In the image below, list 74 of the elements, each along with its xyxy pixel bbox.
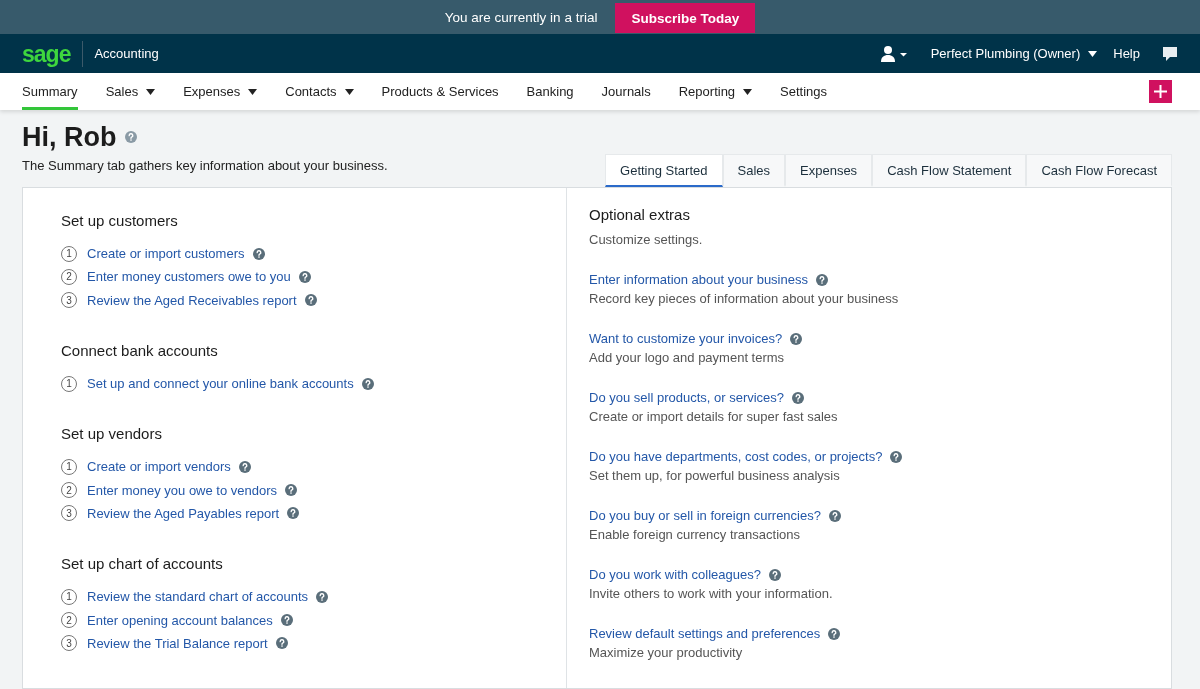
help-icon[interactable]: [285, 484, 298, 497]
step-link[interactable]: Review the Trial Balance report: [87, 635, 268, 651]
option-description: Add your logo and payment terms: [589, 349, 786, 367]
step-link[interactable]: Review the standard chart of accounts: [87, 589, 309, 605]
nav-tab[interactable]: Banking: [526, 73, 574, 110]
help-icon[interactable]: [238, 460, 251, 473]
logo[interactable]: sage: [22, 40, 84, 67]
step-link[interactable]: Review the Aged Payables report: [87, 505, 280, 521]
option-description: Create or import details for super fast sales: [589, 408, 839, 426]
help-icon[interactable]: [124, 131, 137, 143]
help-icon[interactable]: [828, 627, 841, 640]
tab[interactable]: Sales: [722, 154, 786, 187]
section-title: Connect bank accounts: [61, 341, 219, 360]
greeting: Hi, Rob: [22, 122, 117, 152]
nav-tab[interactable]: Contacts: [285, 73, 354, 110]
help-icon[interactable]: [815, 273, 828, 286]
option-link[interactable]: Do you work with colleagues?: [589, 565, 761, 584]
help-icon[interactable]: [790, 332, 803, 345]
section-subtitle: Customize settings.: [589, 231, 704, 249]
nav-tab[interactable]: Products & Services: [381, 73, 499, 110]
help-icon[interactable]: [252, 247, 265, 260]
tab[interactable]: Expenses: [785, 154, 873, 187]
option-link[interactable]: Do you sell products, or services?: [589, 388, 785, 407]
option-link[interactable]: Enter information about your business: [589, 270, 808, 289]
plus-icon: [1154, 85, 1167, 98]
option-link[interactable]: Do you buy or sell in foreign currencies?: [589, 506, 821, 525]
option-description: Invite others to work with your information.: [589, 585, 834, 603]
tab[interactable]: Cash Flow Statement: [872, 154, 1027, 187]
help-icon[interactable]: [828, 509, 841, 522]
help-icon[interactable]: [890, 450, 903, 463]
step-link[interactable]: Set up and connect your online bank accounts: [87, 376, 354, 392]
option-description: Maximize your productivity: [589, 644, 744, 662]
step-link[interactable]: Create or import customers: [87, 246, 245, 262]
step-link[interactable]: Enter opening account balances: [87, 612, 273, 628]
option-description: Record key pieces of information about your business: [589, 290, 900, 308]
tab[interactable]: Cash Flow Forecast: [1026, 154, 1172, 187]
nav-tab[interactable]: Reporting: [678, 73, 753, 110]
help-icon[interactable]: [361, 377, 374, 390]
step-link[interactable]: Create or import vendors: [87, 459, 231, 475]
help-link[interactable]: Help: [1113, 46, 1140, 61]
step-link[interactable]: Enter money customers owe to you: [87, 269, 291, 285]
section-title: Set up chart of accounts: [61, 555, 224, 574]
help-icon[interactable]: [287, 507, 300, 520]
add-button[interactable]: [1149, 80, 1172, 103]
step-link[interactable]: Enter money you owe to vendors: [87, 482, 278, 498]
help-icon[interactable]: [298, 270, 311, 283]
help-icon[interactable]: [275, 637, 288, 650]
page-subtitle: The Summary tab gathers key information about your business.: [22, 158, 388, 175]
nav-tab[interactable]: Summary: [22, 73, 78, 110]
option-link[interactable]: Review default settings and preferences: [589, 624, 821, 643]
nav-tab[interactable]: Journals: [601, 73, 651, 110]
section-title: Optional extras: [589, 206, 691, 224]
help-icon[interactable]: [280, 614, 293, 626]
option-description: Enable foreign currency transactions: [589, 526, 801, 544]
option-link[interactable]: Do you have departments, cost codes, or projects?: [589, 447, 883, 466]
account-menu[interactable]: Perfect Plumbing (Owner): [930, 46, 1098, 61]
step-link[interactable]: Review the Aged Receivables report: [87, 292, 297, 308]
section-title: Set up customers: [61, 212, 179, 230]
nav-tab[interactable]: Expenses: [183, 73, 258, 110]
nav-tab[interactable]: Sales: [105, 73, 156, 110]
chat-icon[interactable]: [1162, 45, 1178, 62]
option-link[interactable]: Want to customize your invoices?: [589, 329, 783, 348]
help-icon[interactable]: [769, 568, 781, 581]
section-title: Set up vendors: [61, 425, 163, 444]
nav-tab[interactable]: Settings: [780, 73, 828, 110]
trial-message: You are currently in a trial: [444, 9, 598, 25]
tab[interactable]: Getting Started: [605, 154, 723, 187]
help-icon[interactable]: [316, 590, 329, 603]
subscribe-button[interactable]: Subscribe Today: [615, 3, 756, 33]
caret-icon: [1088, 50, 1098, 57]
option-description: Set them up, for powerful business analysis: [589, 467, 841, 485]
help-icon[interactable]: [792, 391, 805, 404]
product-name: Accounting: [94, 46, 159, 61]
help-icon[interactable]: [304, 294, 317, 307]
